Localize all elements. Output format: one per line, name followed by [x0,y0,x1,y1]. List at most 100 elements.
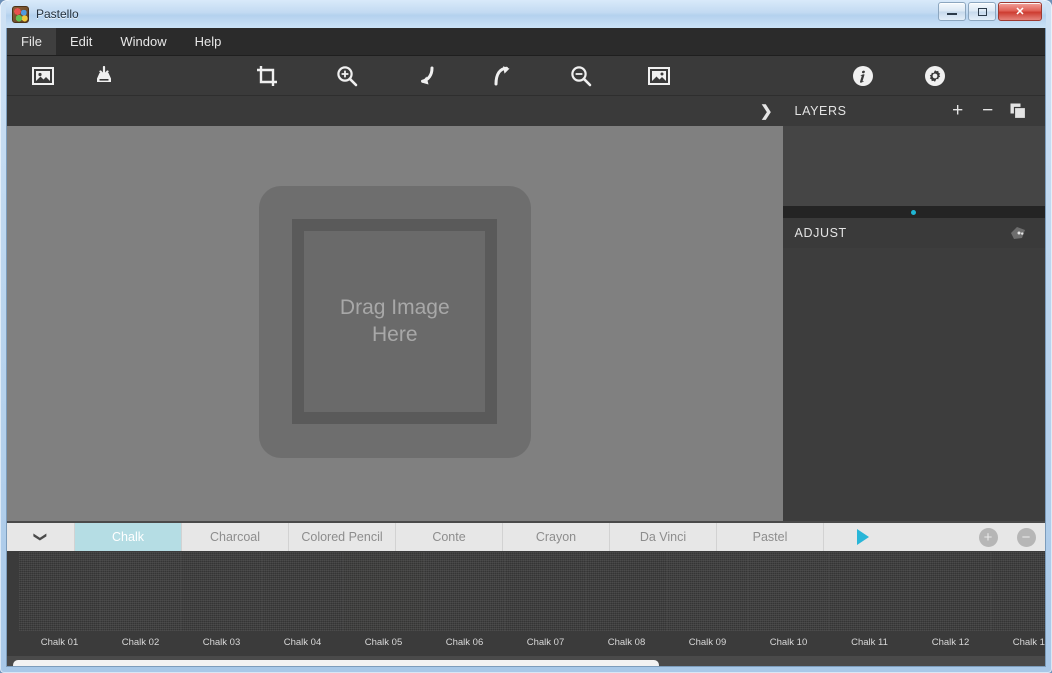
thumbnail-label: Chalk 03 [202,637,241,648]
window-controls: ✕ [938,2,1042,21]
canvas-area[interactable]: ❯ Drag Image Here [7,96,783,521]
thumbnail-image [343,552,424,631]
layers-panel-header: LAYERS + − [782,96,1045,126]
thumbnail-image [424,552,505,631]
adjust-palette-icon[interactable] [1003,218,1033,248]
thumbnail-image [19,552,100,631]
image-dropzone[interactable]: Drag Image Here [258,185,531,458]
menu-item-window[interactable]: Window [106,28,180,55]
dropzone-text: Drag Image Here [340,295,450,348]
thumbnail-label: Chalk 09 [688,637,727,648]
thumbnail-item[interactable]: Chalk 05 [343,551,424,648]
play-icon[interactable] [824,523,902,551]
save-image-icon[interactable] [87,56,127,96]
menu-item-edit[interactable]: Edit [56,28,106,55]
tab-pastel[interactable]: Pastel [717,523,824,551]
settings-gear-icon[interactable] [915,56,955,96]
main-area: ❯ Drag Image Here LAYERS + − ADJUST [7,96,1045,521]
duplicate-layer-icon[interactable] [1003,96,1033,126]
minimize-button[interactable] [938,2,966,21]
layers-list[interactable] [782,126,1045,206]
thumbnail-label: Chalk 05 [364,637,403,648]
add-preset-button[interactable]: + [969,523,1007,551]
thumbnail-label: Chalk 13 [1012,637,1045,648]
info-icon[interactable] [843,56,883,96]
application-window: Pastello ✕ File Edit Window Help ❯ Drag … [0,0,1052,673]
thumbnail-label: Chalk 10 [769,637,808,648]
adjust-panel-header: ADJUST [782,218,1045,248]
title-bar: Pastello ✕ [6,0,1046,28]
minimize-glyph [947,13,957,15]
add-preset-glyph: + [978,527,998,547]
tab-conte[interactable]: Conte [396,523,503,551]
thumbnail-image [910,552,991,631]
thumbnail-label: Chalk 07 [526,637,565,648]
toolbar-right-group [843,56,955,96]
horizontal-scrollbar[interactable] [7,656,1045,666]
undo-icon[interactable] [405,56,445,96]
thumbnail-image [829,552,910,631]
menu-item-help[interactable]: Help [181,28,236,55]
remove-preset-glyph: − [1016,527,1036,547]
thumbnail-image [505,552,586,631]
thumbnail-item[interactable]: Chalk 12 [910,551,991,648]
tab-colored-pencil[interactable]: Colored Pencil [289,523,396,551]
adjust-panel-title: ADJUST [794,226,847,240]
app-body: File Edit Window Help ❯ Drag Image Here … [6,28,1046,667]
tab-da-vinci[interactable]: Da Vinci [610,523,717,551]
thumbnail-item[interactable]: Chalk 04 [262,551,343,648]
splitter-handle-dot [911,209,917,215]
thumbnail-image [262,552,343,631]
palette-icon [12,5,29,23]
zoom-in-icon[interactable] [327,56,367,96]
tab-charcoal[interactable]: Charcoal [182,523,289,551]
scrollbar-thumb[interactable] [13,660,660,666]
thumbnail-item[interactable]: Chalk 11 [829,551,910,648]
thumbnail-label: Chalk 06 [445,637,484,648]
tab-bar-spacer [902,523,969,551]
open-image-icon[interactable] [23,56,63,96]
thumbnail-label: Chalk 08 [607,637,646,648]
thumbnail-label: Chalk 01 [40,637,79,648]
window-title: Pastello [36,7,79,21]
thumbnail-item[interactable]: Chalk 10 [748,551,829,648]
add-layer-button[interactable]: + [943,96,973,126]
thumbnail-label: Chalk 02 [121,637,160,648]
thumbnail-item[interactable]: Chalk 09 [667,551,748,648]
remove-layer-button[interactable]: − [973,96,1003,126]
menu-item-file[interactable]: File [7,28,56,55]
right-panel-stack: LAYERS + − ADJUST [782,96,1045,521]
zoom-out-icon[interactable] [561,56,601,96]
tab-crayon[interactable]: Crayon [503,523,610,551]
presets-expander[interactable]: ❯ [7,523,75,551]
thumbnail-item[interactable]: Chalk 08 [586,551,667,648]
close-button[interactable]: ✕ [998,2,1042,21]
maximize-button[interactable] [968,2,996,21]
panel-splitter[interactable] [782,206,1045,218]
thumbnail-item[interactable]: Chalk 06 [424,551,505,648]
thumbnail-label: Chalk 04 [283,637,322,648]
fit-image-icon[interactable] [639,56,679,96]
tab-chalk[interactable]: Chalk [75,523,182,551]
remove-preset-button[interactable]: − [1007,523,1045,551]
crop-icon[interactable] [247,56,287,96]
toolbar [7,56,1045,96]
thumbnail-item[interactable]: Chalk 02 [100,551,181,648]
thumbnail-image [667,552,748,631]
thumbnail-image [586,552,667,631]
layers-panel-title: LAYERS [794,104,847,118]
canvas-top-bar: ❯ [7,96,783,126]
preset-thumbnail-strip[interactable]: Chalk 01 Chalk 02 Chalk 03 Chalk 04 Chal… [7,551,1045,656]
redo-icon[interactable] [483,56,523,96]
dropzone-frame: Drag Image Here [292,219,498,424]
thumbnail-image [100,552,181,631]
thumbnail-item[interactable]: Chalk 01 [19,551,100,648]
adjust-controls[interactable] [782,248,1045,521]
thumbnail-item[interactable]: Chalk 07 [505,551,586,648]
maximize-glyph [977,7,987,16]
thumbnail-item[interactable]: Chalk 03 [181,551,262,648]
thumbnail-item[interactable]: Chalk 13 [991,551,1045,648]
chevron-right-icon[interactable]: ❯ [760,104,773,119]
chevron-down-icon: ❯ [33,531,49,543]
